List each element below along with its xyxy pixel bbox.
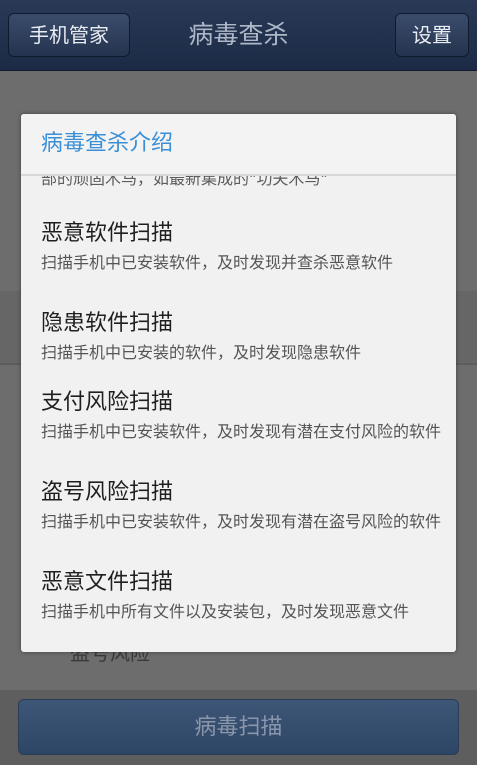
- intro-dialog: 病毒查杀介绍 部的顽固木马，如最新集成的"功夫木马" 恶意软件扫描 扫描手机中已…: [21, 114, 456, 652]
- list-item-title: 恶意软件扫描: [41, 221, 174, 246]
- list-item-desc: 扫描手机中已安装的软件，及时发现隐患软件: [41, 343, 362, 362]
- list-item-title: 隐患软件扫描: [41, 311, 174, 336]
- list-item-payment-risk-scan: 支付风险扫描 扫描手机中已安装软件，及时发现有潜在支付风险的软件: [41, 388, 441, 442]
- list-item-desc: 扫描手机中已安装软件，及时发现有潜在支付风险的软件: [41, 422, 442, 441]
- scrolled-text-fragment: 部的顽固木马，如最新集成的"功夫木马": [41, 176, 328, 188]
- title-bar: 手机管家 病毒查杀 设置: [0, 0, 477, 71]
- dialog-title: 病毒查杀介绍: [21, 114, 456, 176]
- list-item-hazard-scan: 隐患软件扫描 扫描手机中已安装的软件，及时发现隐患软件: [41, 309, 441, 363]
- list-item-malicious-file-scan: 恶意文件扫描 扫描手机中所有文件以及安装包，及时发现恶意文件: [41, 568, 441, 622]
- list-item-title: 盗号风险扫描: [41, 480, 174, 505]
- list-item-title: 恶意文件扫描: [41, 570, 174, 595]
- list-item-account-theft-scan: 盗号风险扫描 扫描手机中已安装软件，及时发现有潜在盗号风险的软件: [41, 478, 441, 532]
- list-item-desc: 扫描手机中已安装软件，及时发现并查杀恶意软件: [41, 253, 394, 272]
- virus-scan-button[interactable]: 病毒扫描: [18, 699, 459, 755]
- list-item-desc: 扫描手机中已安装软件，及时发现有潜在盗号风险的软件: [41, 512, 442, 531]
- list-item-malware-scan: 恶意软件扫描 扫描手机中已安装软件，及时发现并查杀恶意软件: [41, 219, 441, 273]
- settings-button[interactable]: 设置: [395, 13, 469, 57]
- dialog-scroll-list[interactable]: 部的顽固木马，如最新集成的"功夫木马" 恶意软件扫描 扫描手机中已安装软件，及时…: [21, 176, 456, 652]
- list-item-title: 支付风险扫描: [41, 390, 174, 415]
- list-item-desc: 扫描手机中所有文件以及安装包，及时发现恶意文件: [41, 602, 410, 621]
